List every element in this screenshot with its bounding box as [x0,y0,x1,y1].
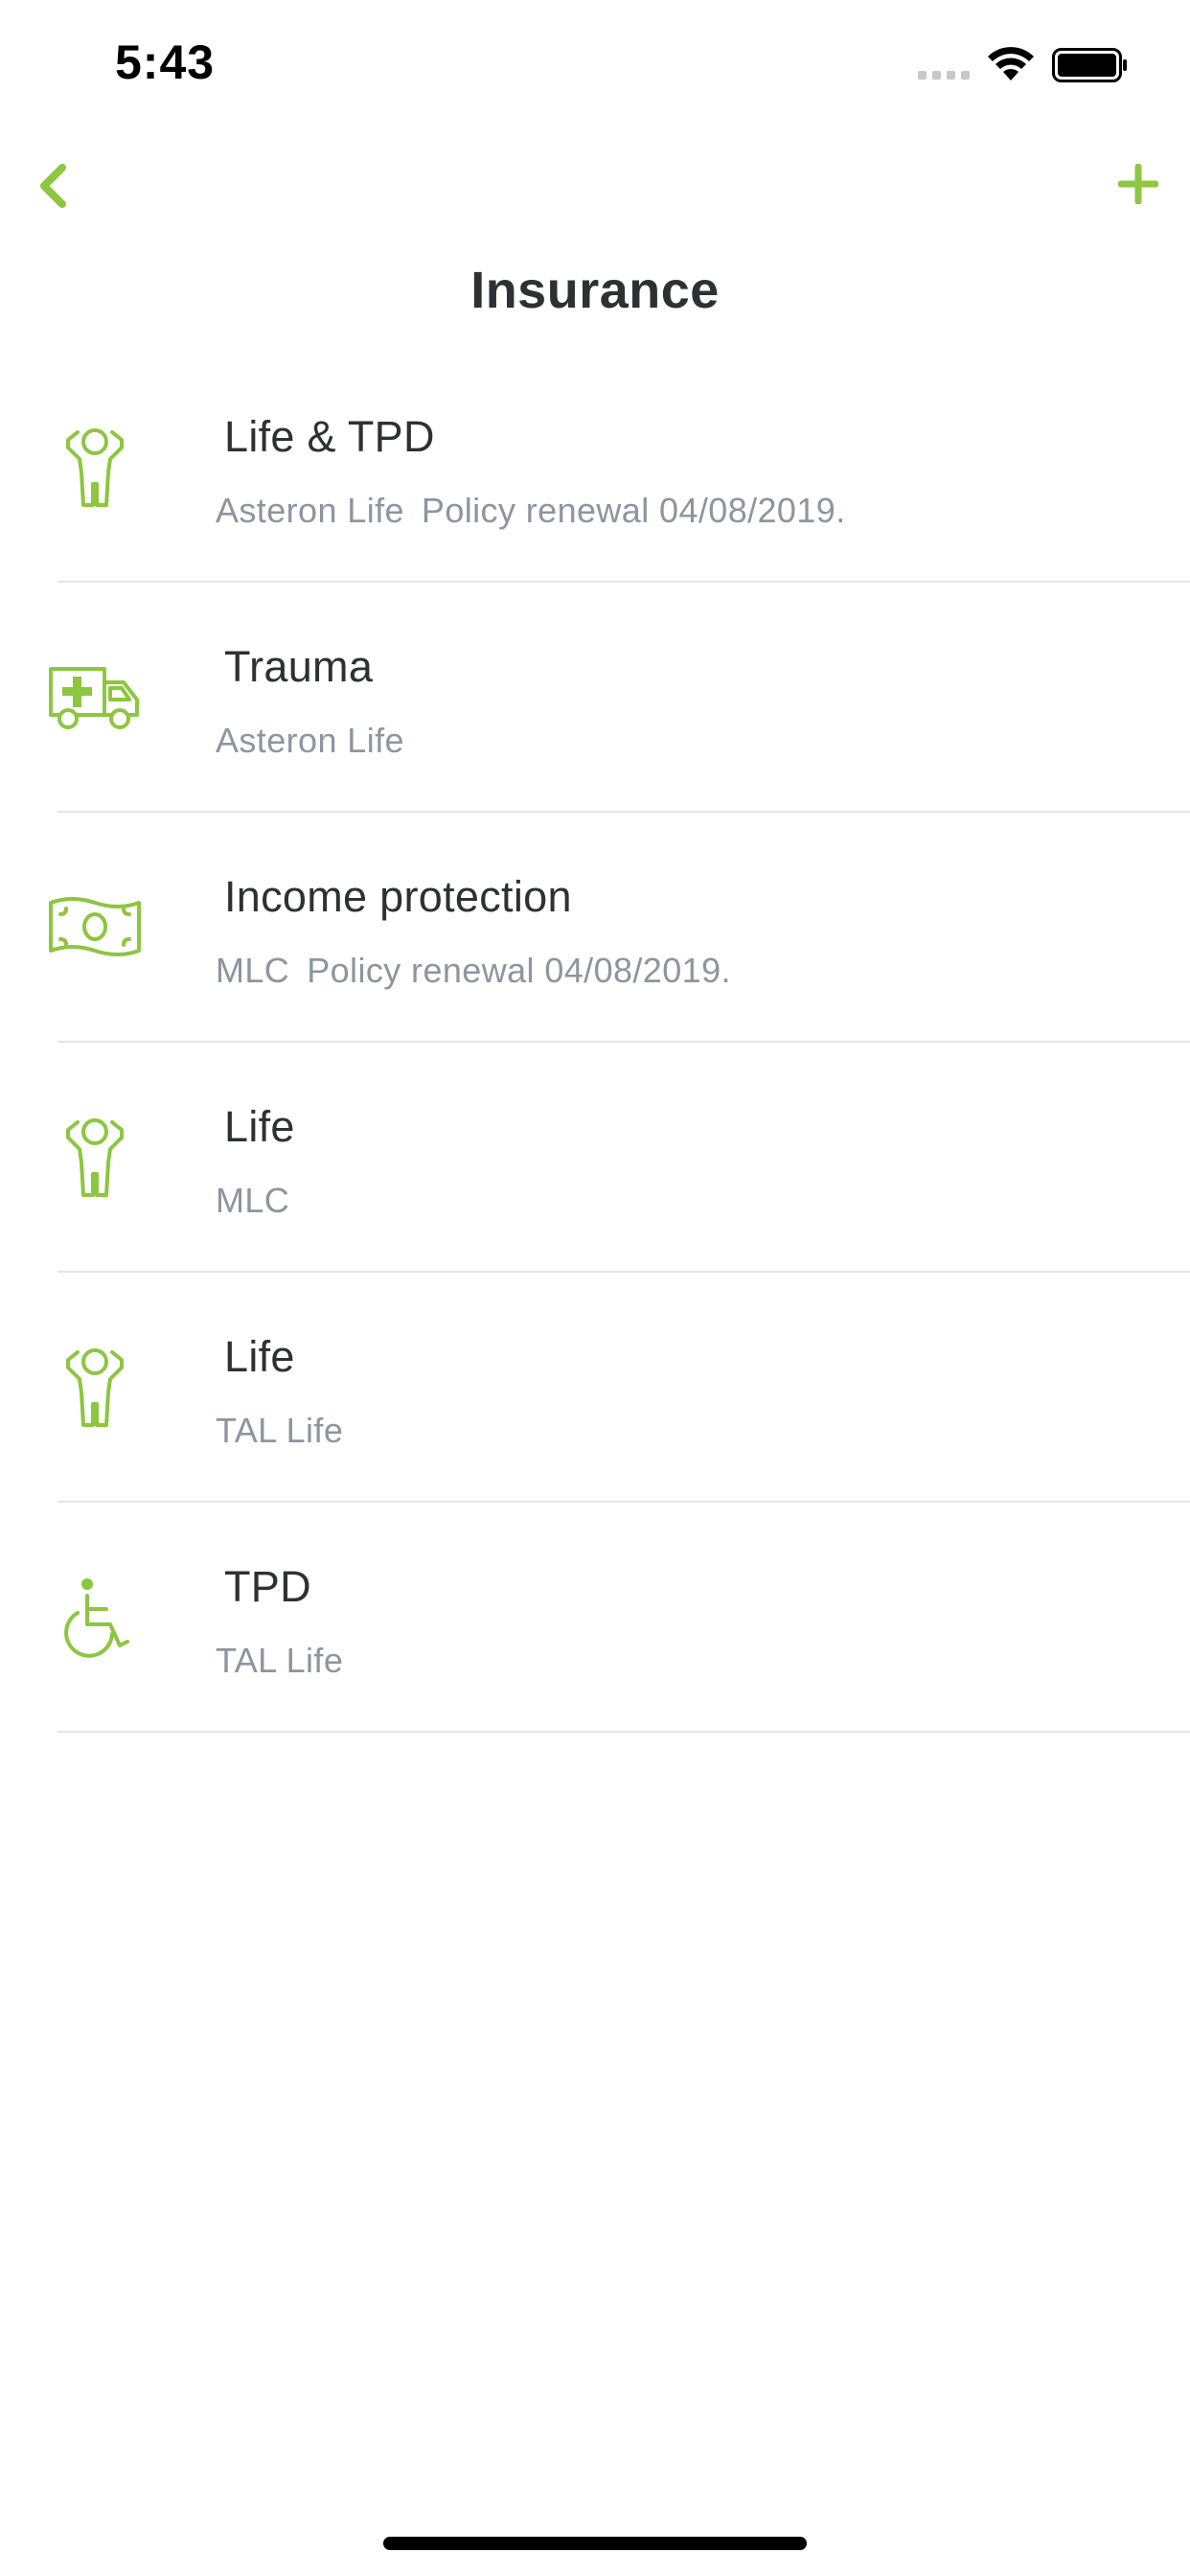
policy-renewal: Policy renewal 04/08/2019. [421,491,846,530]
divider [57,1731,1190,1733]
ambulance-icon [42,650,148,746]
status-bar: 5:43 [0,0,1190,126]
plus-icon [1118,164,1158,204]
policy-provider: TAL Life [216,1411,344,1450]
policy-title: Life [224,1102,295,1151]
wifi-icon [988,47,1034,80]
list-item[interactable]: Life MLC [0,1043,1190,1273]
policy-provider: Asteron Life [216,721,404,760]
person-icon [42,1110,148,1206]
person-icon [42,420,148,516]
policy-provider: Asteron Life [216,491,404,530]
policy-subtitle: TAL Life [216,1411,343,1451]
wheelchair-icon [42,1570,148,1666]
status-time: 5:43 [115,35,216,89]
policy-title: Life & TPD [224,412,435,461]
policy-title: Income protection [224,872,572,921]
policy-subtitle: TAL Life [216,1641,343,1681]
page-title: Insurance [470,262,720,319]
policy-subtitle: MLC [216,1181,289,1221]
back-button[interactable] [29,157,77,215]
list-item[interactable]: Trauma Asteron Life [0,583,1190,813]
battery-icon [1052,48,1127,82]
policy-provider: MLC [216,951,290,990]
policy-subtitle: Asteron Life [216,721,404,761]
signal-dots-icon [918,71,970,80]
list-item[interactable]: Life & TPD Asteron Life Policy renewal 04… [0,353,1190,583]
person-icon [42,1340,148,1436]
home-indicator[interactable] [383,2537,807,2550]
policy-subtitle: Asteron Life Policy renewal 04/08/2019. [216,491,846,531]
policy-title: TPD [224,1562,311,1611]
add-button[interactable] [1111,157,1165,211]
policy-title: Trauma [224,642,374,691]
banknote-icon [42,880,148,976]
list-item[interactable]: TPD TAL Life [0,1503,1190,1733]
policy-title: Life [224,1332,295,1381]
list-item[interactable]: Life TAL Life [0,1273,1190,1503]
policy-provider: MLC [216,1181,290,1220]
list-item[interactable]: Income protection MLC Policy renewal 04/0… [0,813,1190,1043]
chevron-left-icon [40,164,66,208]
policy-provider: TAL Life [216,1641,344,1680]
policy-subtitle: MLC Policy renewal 04/08/2019. [216,951,731,991]
policy-list: Life & TPD Asteron Life Policy renewal 04… [0,353,1190,1733]
policy-renewal: Policy renewal 04/08/2019. [307,951,731,990]
